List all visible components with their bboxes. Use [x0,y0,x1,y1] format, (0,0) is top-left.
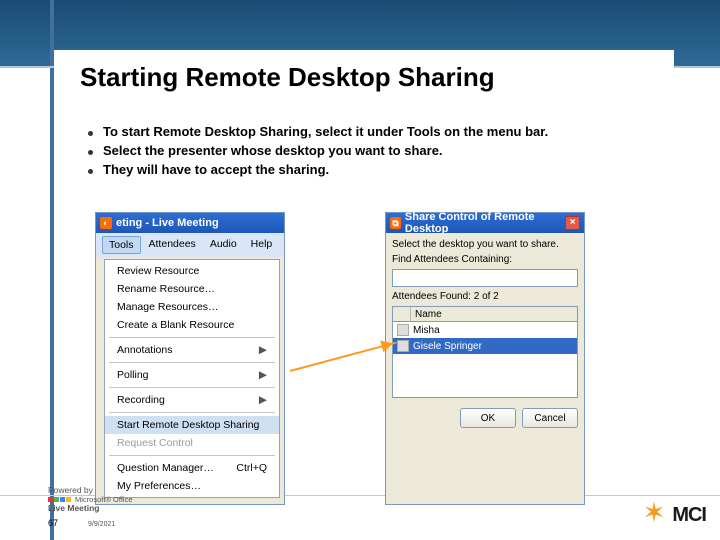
brand-name: MCI [672,504,706,527]
share-icon: ⧉ [390,217,401,229]
find-label: Find Attendees Containing: [392,254,578,265]
icon-column [393,307,411,321]
window-title: eting - Live Meeting [116,217,219,229]
menu-label: Annotations [117,344,172,356]
menu-separator [109,412,275,413]
menu-item-polling[interactable]: Polling ▶ [105,366,279,384]
attendee-name: Gisele Springer [413,341,482,352]
menu-item-manage[interactable]: Manage Resources… [105,298,279,316]
tools-menu-window: ◐ eting - Live Meeting Tools Attendees A… [95,212,285,505]
menu-item-create-blank[interactable]: Create a Blank Resource [105,316,279,334]
bullet-list: To start Remote Desktop Sharing, select … [88,120,548,181]
bullet-icon [88,131,93,136]
dialog-buttons: OK Cancel [392,408,578,428]
powered-by-badge: Powered by Microsoft® Office Live Meetin… [48,486,132,513]
menu-separator [109,387,275,388]
found-count: Attendees Found: 2 of 2 [392,291,578,302]
menu-label: Polling [117,369,149,381]
menu-audio[interactable]: Audio [204,236,243,254]
page-title: Starting Remote Desktop Sharing [80,62,499,97]
page-number: 67 [48,518,58,528]
menu-separator [109,455,275,456]
bullet-text: To start Remote Desktop Sharing, select … [103,124,548,139]
menu-item-annotations[interactable]: Annotations ▶ [105,341,279,359]
bullet-text: Select the presenter whose desktop you w… [103,143,443,158]
submenu-arrow-icon: ▶ [259,369,267,381]
cancel-button[interactable]: Cancel [522,408,578,428]
powered-product: Live Meeting [48,503,99,513]
mci-logo: MCI [642,502,706,528]
share-control-dialog: ⧉ Share Control of Remote Desktop × Sele… [385,212,585,505]
submenu-arrow-icon: ▶ [259,394,267,406]
attendee-name: Misha [413,325,440,336]
bullet-icon [88,169,93,174]
window-titlebar: ⧉ Share Control of Remote Desktop × [386,213,584,233]
bullet-text: They will have to accept the sharing. [103,162,329,177]
bullet-item: Select the presenter whose desktop you w… [88,143,548,158]
attendee-row-selected[interactable]: Gisele Springer [393,338,577,354]
bullet-item: They will have to accept the sharing. [88,162,548,177]
find-attendees-input[interactable] [392,269,578,287]
page-date: 9/9/2021 [88,521,115,528]
menu-shortcut: Ctrl+Q [236,462,267,474]
close-icon[interactable]: × [565,216,580,230]
powered-by-label: Powered by [48,485,93,495]
menu-help[interactable]: Help [245,236,279,254]
submenu-arrow-icon: ▶ [259,344,267,356]
window-titlebar: ◐ eting - Live Meeting [96,213,284,233]
bullet-item: To start Remote Desktop Sharing, select … [88,124,548,139]
dialog-instruction: Select the desktop you want to share. [392,239,578,250]
name-column-header: Name [411,309,442,320]
menu-attendees[interactable]: Attendees [143,236,202,254]
menu-item-rename[interactable]: Rename Resource… [105,280,279,298]
menu-label: Question Manager… [117,462,214,474]
menu-tools[interactable]: Tools [102,236,141,254]
attendee-list-header: Name [392,306,578,322]
menu-bar[interactable]: Tools Attendees Audio Help [96,233,284,257]
office-flag-icon [48,497,71,502]
menu-item-review[interactable]: Review Resource [105,262,279,280]
menu-item-request-control: Request Control [105,434,279,452]
tools-dropdown: Review Resource Rename Resource… Manage … [104,259,280,498]
menu-item-start-remote-sharing[interactable]: Start Remote Desktop Sharing [105,416,279,434]
person-icon [397,324,409,336]
menu-item-question-manager[interactable]: Question Manager… Ctrl+Q [105,459,279,477]
ok-button[interactable]: OK [460,408,516,428]
app-icon: ◐ [100,217,112,229]
menu-item-recording[interactable]: Recording ▶ [105,391,279,409]
bullet-icon [88,150,93,155]
attendee-row[interactable]: Misha [393,322,577,338]
menu-separator [109,362,275,363]
attendee-listbox[interactable]: Misha Gisele Springer [392,322,578,398]
star-icon [642,502,668,528]
menu-label: Recording [117,394,165,406]
menu-separator [109,337,275,338]
window-title: Share Control of Remote Desktop [405,211,565,235]
